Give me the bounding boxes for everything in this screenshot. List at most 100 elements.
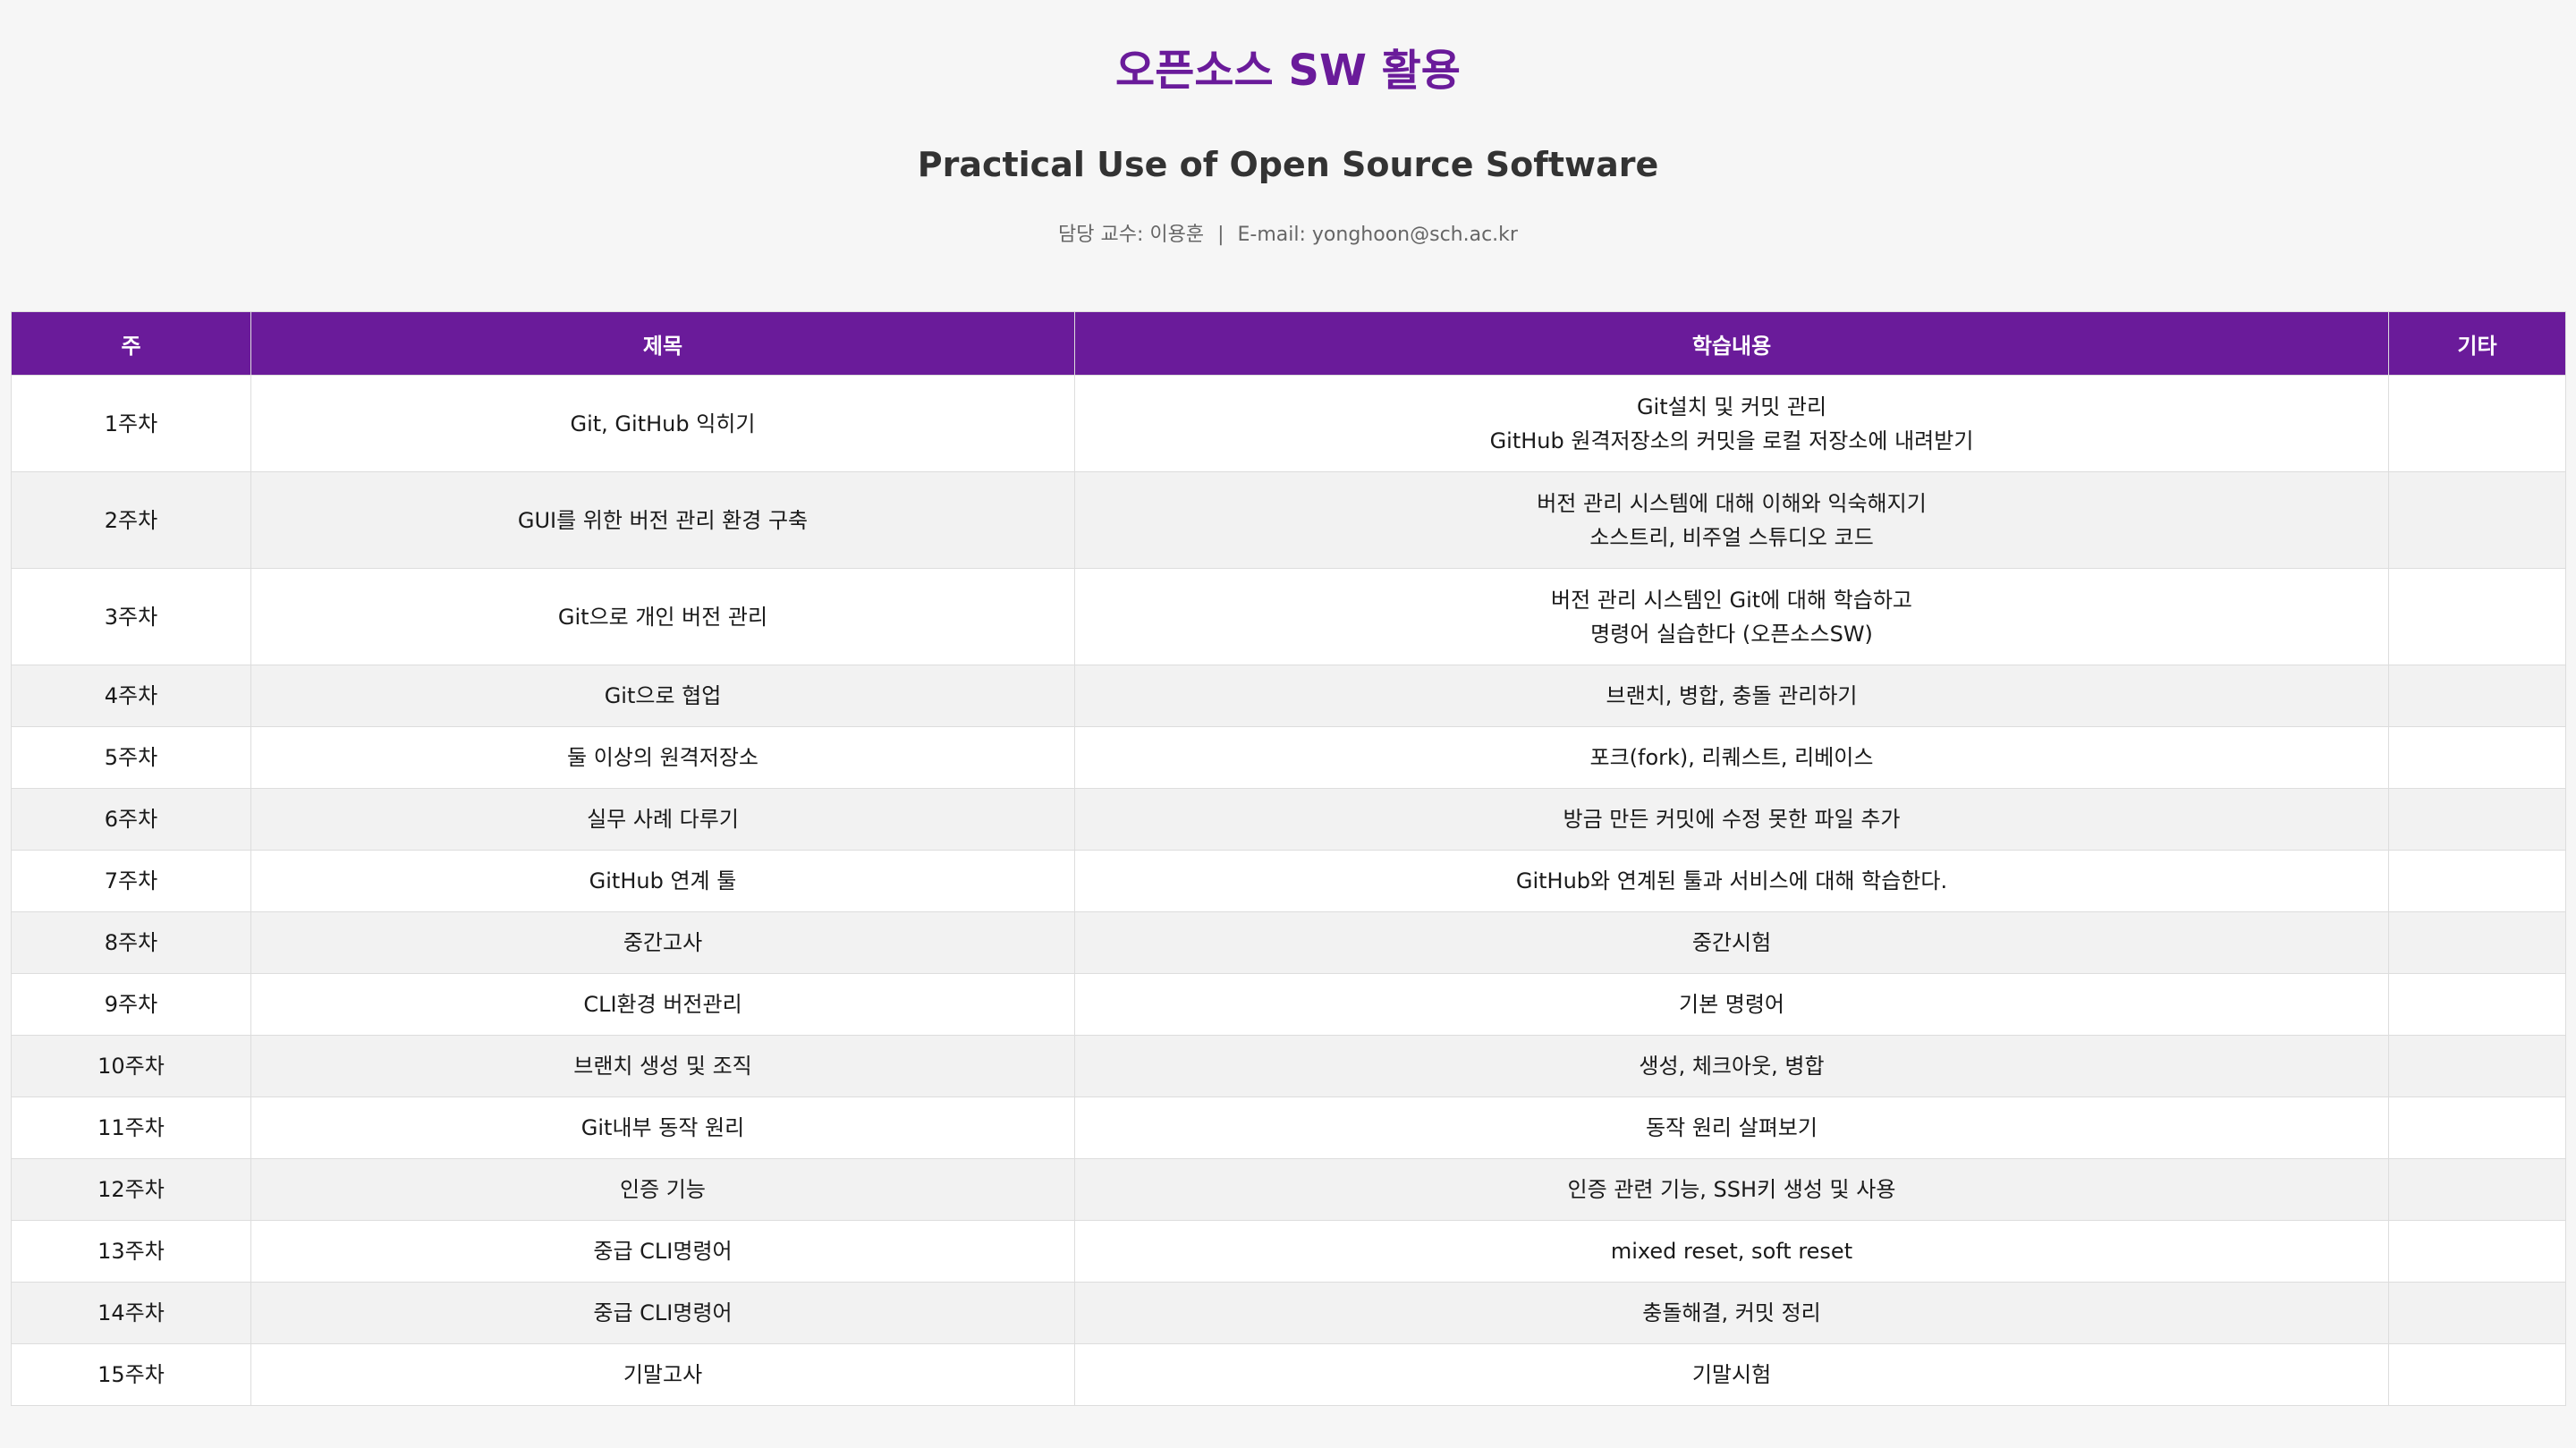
cell-content: Git설치 및 커밋 관리 GitHub 원격저장소의 커밋을 로컬 저장소에 내… — [1074, 375, 2389, 472]
table-row: 6주차 실무 사례 다루기 방금 만든 커밋에 수정 못한 파일 추가 — [11, 788, 2566, 851]
cell-title: 브랜치 생성 및 조직 — [250, 1035, 1075, 1097]
content-line: 생성, 체크아웃, 병합 — [1639, 1054, 1825, 1079]
cell-etc — [2388, 726, 2566, 789]
cell-week: 8주차 — [11, 911, 251, 974]
cell-week: 10주차 — [11, 1035, 251, 1097]
column-header-title: 제목 — [250, 311, 1075, 376]
cell-content: 인증 관련 기능, SSH키 생성 및 사용 — [1074, 1158, 2389, 1221]
content-line: 동작 원리 살펴보기 — [1646, 1115, 1818, 1140]
cell-etc — [2388, 1343, 2566, 1406]
content-line: 기말시험 — [1691, 1362, 1772, 1387]
cell-title: 중급 CLI명령어 — [250, 1282, 1075, 1344]
content-line: 중간시험 — [1691, 930, 1772, 955]
cell-content: 동작 원리 살펴보기 — [1074, 1097, 2389, 1159]
cell-etc — [2388, 850, 2566, 912]
cell-title: 기말고사 — [250, 1343, 1075, 1406]
table-row: 12주차 인증 기능 인증 관련 기능, SSH키 생성 및 사용 — [11, 1158, 2566, 1221]
cell-etc — [2388, 665, 2566, 727]
cell-week: 5주차 — [11, 726, 251, 789]
table-row: 2주차 GUI를 위한 버전 관리 환경 구축 버전 관리 시스템에 대해 이해와 … — [11, 471, 2566, 569]
table-row: 1주차 Git, GitHub 익히기 Git설치 및 커밋 관리 GitHub 원격… — [11, 375, 2566, 472]
cell-title: CLI환경 버전관리 — [250, 973, 1075, 1036]
cell-week: 9주차 — [11, 973, 251, 1036]
cell-week: 6주차 — [11, 788, 251, 851]
page-subtitle: Practical Use of Open Source Software — [917, 145, 1659, 184]
cell-etc — [2388, 973, 2566, 1036]
cell-content: GitHub와 연계된 툴과 서비스에 대해 학습한다. — [1074, 850, 2389, 912]
content-line: mixed reset, soft reset — [1610, 1239, 1853, 1264]
cell-etc — [2388, 1097, 2566, 1159]
cell-title: GitHub 연계 툴 — [250, 850, 1075, 912]
syllabus-table-container: 주 제목 학습내용 기타 1주차 Git, GitHub 익히기 Git설치 및 커… — [11, 311, 2566, 1406]
cell-title: 실무 사례 다루기 — [250, 788, 1075, 851]
cell-week: 14주차 — [11, 1282, 251, 1344]
content-line: 브랜치, 병합, 충돌 관리하기 — [1606, 683, 1858, 708]
cell-title: Git, GitHub 익히기 — [250, 375, 1075, 472]
cell-week: 12주차 — [11, 1158, 251, 1221]
content-line: GitHub와 연계된 툴과 서비스에 대해 학습한다. — [1515, 868, 1948, 893]
table-row: 5주차 둘 이상의 원격저장소 포크(fork), 리퀘스트, 리베이스 — [11, 726, 2566, 789]
cell-etc — [2388, 1282, 2566, 1344]
content-line: 버전 관리 시스템인 Git에 대해 학습하고 — [1550, 587, 1913, 613]
cell-etc — [2388, 1220, 2566, 1283]
cell-etc — [2388, 471, 2566, 569]
cell-etc — [2388, 568, 2566, 665]
cell-week: 11주차 — [11, 1097, 251, 1159]
cell-content: 기말시험 — [1074, 1343, 2389, 1406]
cell-week: 7주차 — [11, 850, 251, 912]
table-row: 7주차 GitHub 연계 툴 GitHub와 연계된 툴과 서비스에 대해 학습한… — [11, 850, 2566, 912]
cell-etc — [2388, 1158, 2566, 1221]
cell-content: 방금 만든 커밋에 수정 못한 파일 추가 — [1074, 788, 2389, 851]
cell-etc — [2388, 911, 2566, 974]
content-line: 명령어 실습한다 (오픈소스SW) — [1590, 621, 1873, 647]
column-header-week: 주 — [11, 311, 251, 376]
cell-title: 둘 이상의 원격저장소 — [250, 726, 1075, 789]
table-row: 15주차 기말고사 기말시험 — [11, 1343, 2566, 1406]
cell-content: 포크(fork), 리퀘스트, 리베이스 — [1074, 726, 2389, 789]
cell-title: 중급 CLI명령어 — [250, 1220, 1075, 1283]
table-row: 10주차 브랜치 생성 및 조직 생성, 체크아웃, 병합 — [11, 1035, 2566, 1097]
cell-week: 3주차 — [11, 568, 251, 665]
cell-title: 인증 기능 — [250, 1158, 1075, 1221]
email-label: E-mail: yonghoon@sch.ac.kr — [1237, 224, 1518, 246]
cell-week: 15주차 — [11, 1343, 251, 1406]
cell-etc — [2388, 375, 2566, 472]
table-body: 1주차 Git, GitHub 익히기 Git설치 및 커밋 관리 GitHub 원격… — [11, 375, 2566, 1406]
table-row: 11주차 Git내부 동작 원리 동작 원리 살펴보기 — [11, 1097, 2566, 1159]
content-line: 버전 관리 시스템에 대해 이해와 익숙해지기 — [1537, 490, 1927, 516]
column-header-content: 학습내용 — [1074, 311, 2389, 376]
cell-content: 생성, 체크아웃, 병합 — [1074, 1035, 2389, 1097]
cell-content: 중간시험 — [1074, 911, 2389, 974]
table-header: 주 제목 학습내용 기타 — [11, 311, 2566, 376]
cell-etc — [2388, 788, 2566, 851]
cell-content: 기본 명령어 — [1074, 973, 2389, 1036]
cell-content: 브랜치, 병합, 충돌 관리하기 — [1074, 665, 2389, 727]
table-row: 13주차 중급 CLI명령어 mixed reset, soft reset — [11, 1220, 2566, 1283]
cell-title: Git내부 동작 원리 — [250, 1097, 1075, 1159]
cell-etc — [2388, 1035, 2566, 1097]
content-line: 인증 관련 기능, SSH키 생성 및 사용 — [1567, 1177, 1896, 1202]
cell-week: 2주차 — [11, 471, 251, 569]
table-header-row: 주 제목 학습내용 기타 — [11, 311, 2566, 376]
content-line: 방금 만든 커밋에 수정 못한 파일 추가 — [1563, 807, 1901, 832]
content-line: 소스트리, 비주얼 스튜디오 코드 — [1589, 524, 1874, 550]
content-line: GitHub 원격저장소의 커밋을 로컬 저장소에 내려받기 — [1489, 428, 1974, 453]
cell-week: 1주차 — [11, 375, 251, 472]
content-line: 충돌해결, 커밋 정리 — [1642, 1300, 1821, 1325]
cell-title: 중간고사 — [250, 911, 1075, 974]
cell-title: Git으로 개인 버전 관리 — [250, 568, 1075, 665]
cell-week: 13주차 — [11, 1220, 251, 1283]
course-info: 담당 교수: 이용훈 | E-mail: yonghoon@sch.ac.kr — [0, 220, 2576, 250]
syllabus-table: 주 제목 학습내용 기타 1주차 Git, GitHub 익히기 Git설치 및 커… — [11, 311, 2566, 1406]
column-header-etc: 기타 — [2388, 311, 2566, 376]
cell-week: 4주차 — [11, 665, 251, 727]
table-row: 14주차 중급 CLI명령어 충돌해결, 커밋 정리 — [11, 1282, 2566, 1344]
table-row: 3주차 Git으로 개인 버전 관리 버전 관리 시스템인 Git에 대해 학습하고… — [11, 568, 2566, 665]
cell-content: 버전 관리 시스템인 Git에 대해 학습하고명령어 실습한다 (오픈소스SW) — [1074, 568, 2389, 665]
page-title: 오픈소스 SW 활용 — [1115, 46, 1461, 96]
cell-title: GUI를 위한 버전 관리 환경 구축 — [250, 471, 1075, 569]
table-row: 4주차 Git으로 협업 브랜치, 병합, 충돌 관리하기 — [11, 665, 2566, 727]
cell-content: mixed reset, soft reset — [1074, 1220, 2389, 1283]
cell-content: 버전 관리 시스템에 대해 이해와 익숙해지기소스트리, 비주얼 스튜디오 코드 — [1074, 471, 2389, 569]
table-row: 8주차 중간고사 중간시험 — [11, 911, 2566, 974]
